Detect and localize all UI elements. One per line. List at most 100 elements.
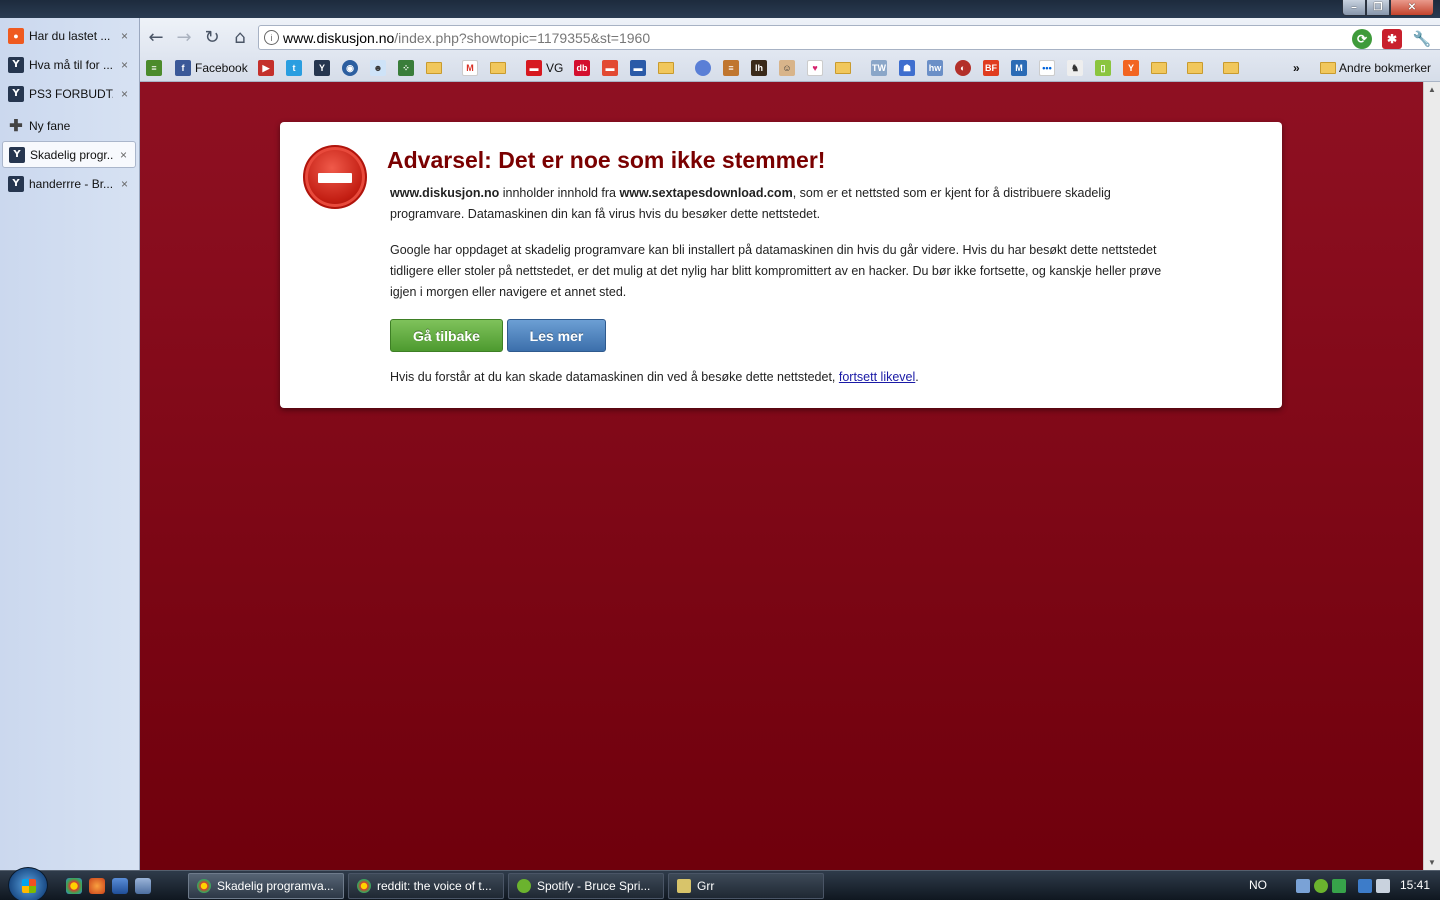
proceed-anyway-link[interactable]: fortsett likevel [839,370,915,384]
bookmark-folder[interactable] [1151,60,1170,76]
taskbar-window-button[interactable]: Grr [668,873,824,899]
language-indicator[interactable]: NO [1249,878,1267,892]
tab-close-icon[interactable]: × [121,177,128,191]
bookmark-folder[interactable] [835,60,854,76]
bookmark-item[interactable]: ♥ [807,60,827,76]
close-window-button[interactable]: ✕ [1390,0,1434,16]
gmail-icon: M [462,60,478,76]
tab-item-active[interactable]: Skadelig progr... × [2,141,136,168]
vertical-scrollbar[interactable]: ▲ ▼ [1423,82,1440,870]
tab-item[interactable]: Har du lastet ... × [2,22,136,49]
scroll-up-icon[interactable]: ▲ [1428,85,1436,94]
firefox-quicklaunch-icon[interactable] [89,878,105,894]
bookmark-folder[interactable] [490,60,509,76]
tab-item[interactable]: Hva må til for ... × [2,51,136,78]
bookmark-item[interactable]: ⁘ [398,60,418,76]
window-titlebar: – ❐ ✕ [0,0,1440,18]
bookmark-item[interactable]: ▯ [1095,60,1115,76]
bookmark-item[interactable]: BF [983,60,1003,76]
tab-close-icon[interactable]: × [121,29,128,43]
taskbar-window-button[interactable]: Skadelig programva... [188,873,344,899]
tab-close-icon[interactable]: × [120,148,127,162]
taskbar-window-button[interactable]: reddit: the voice of t... [348,873,504,899]
bookmark-item[interactable]: Y [1123,60,1143,76]
bookmark-item[interactable]: ••• [1039,60,1059,76]
network-tray-icon[interactable] [1358,879,1372,893]
bookmark-vg[interactable]: ▬ VG [526,60,563,76]
extension-green-icon[interactable]: ⟳ [1352,29,1372,49]
bookmark-item[interactable]: ▶ [258,60,278,76]
lastfm-icon: ◐ [955,60,971,76]
bookmark-item[interactable]: lh [751,60,771,76]
bookmark-item[interactable]: hw [927,60,947,76]
checkmark-tray-icon[interactable] [1332,879,1346,893]
bookmark-item[interactable]: Y [314,60,334,76]
bookmark-item[interactable]: ≡ [723,60,743,76]
bookmark-item[interactable]: ≡ [146,60,166,76]
tab-label: handerrre - Br... [29,176,113,191]
tab-close-icon[interactable]: × [121,87,128,101]
bookmark-item[interactable]: ☗ [899,60,919,76]
ycombinator-icon: Y [1123,60,1139,76]
bookmark-item[interactable]: ▬ [602,60,622,76]
bookmark-folder[interactable] [426,60,445,76]
address-bar[interactable]: i www.diskusjon.no/index.php?showtopic=1… [258,25,1440,50]
spotify-tray-icon[interactable] [1314,879,1328,893]
bookmarks-overflow-chevron-icon[interactable]: » [1293,60,1300,76]
learn-more-button[interactable]: Les mer [507,319,606,352]
reload-icon[interactable]: ↻ [201,26,223,48]
bookmark-item[interactable]: ☻ [370,60,390,76]
scroll-down-icon[interactable]: ▼ [1428,858,1436,867]
bookmark-item[interactable]: ▬ [630,60,650,76]
bookmark-item[interactable]: ♞ [1067,60,1087,76]
maximize-button[interactable]: ❐ [1366,0,1390,16]
bookmark-item[interactable]: db [574,60,594,76]
switch-windows-icon[interactable] [135,878,151,894]
current-site: www.diskusjon.no [390,186,500,200]
bookmark-folder[interactable] [658,60,677,76]
bookmark-folder[interactable] [1223,60,1242,76]
bookmark-label: VG [546,61,564,75]
go-back-button[interactable]: Gå tilbake [390,319,503,352]
bookmark-item[interactable]: t [286,60,306,76]
other-bookmarks[interactable]: Andre bokmerker [1320,60,1431,76]
bookmark-item[interactable]: ◐ [955,60,975,76]
chrome-icon [197,879,211,893]
bookmark-item[interactable]: ☺ [779,60,799,76]
wrench-icon[interactable]: 🔧 [1412,29,1432,49]
taskbar-window-label: reddit: the voice of t... [377,879,492,893]
diskusjon-favicon-icon [8,85,24,102]
bf-icon: BF [983,60,999,76]
minimize-button[interactable]: – [1342,0,1366,16]
desktop-quicklaunch-icon[interactable] [112,878,128,894]
browser-toolbar: ← → ↻ ⌂ i www.diskusjon.no/index.php?sho… [140,18,1440,55]
start-button[interactable] [8,867,48,900]
bookmark-item[interactable]: TW [871,60,891,76]
taskbar-window-button[interactable]: Spotify - Bruce Spri... [508,873,664,899]
back-arrow-icon[interactable]: ← [145,26,167,48]
volume-icon[interactable] [1376,879,1390,893]
tab-item[interactable]: handerrre - Br... × [2,170,136,197]
tab-close-icon[interactable]: × [121,58,128,72]
circle-icon: ◉ [342,60,358,76]
bookmark-item[interactable]: ◉ [342,60,362,76]
bookmark-item[interactable]: M [1011,60,1031,76]
extension-red-icon[interactable]: ✱ [1382,29,1402,49]
home-icon[interactable]: ⌂ [229,26,251,48]
twitter-icon: t [286,60,302,76]
new-tab-item[interactable]: ✚ Ny fane [2,112,136,139]
page-info-icon[interactable]: i [264,30,279,45]
network-users-icon[interactable] [1296,879,1310,893]
bookmark-folder[interactable] [1187,60,1206,76]
bookmark-item[interactable] [695,60,715,76]
tab-item[interactable]: PS3 FORBUDT... × [2,80,136,107]
forward-arrow-icon[interactable]: → [173,26,195,48]
bookmark-facebook[interactable]: f Facebook [175,60,248,76]
folder-icon [1151,62,1167,74]
green-bar-icon: ▯ [1095,60,1111,76]
hw-icon: hw [927,60,943,76]
clock[interactable]: 15:41 [1400,878,1430,892]
chrome-quicklaunch-icon[interactable] [66,878,82,894]
bookmark-item[interactable]: M [462,60,482,76]
folder-icon [1223,62,1239,74]
